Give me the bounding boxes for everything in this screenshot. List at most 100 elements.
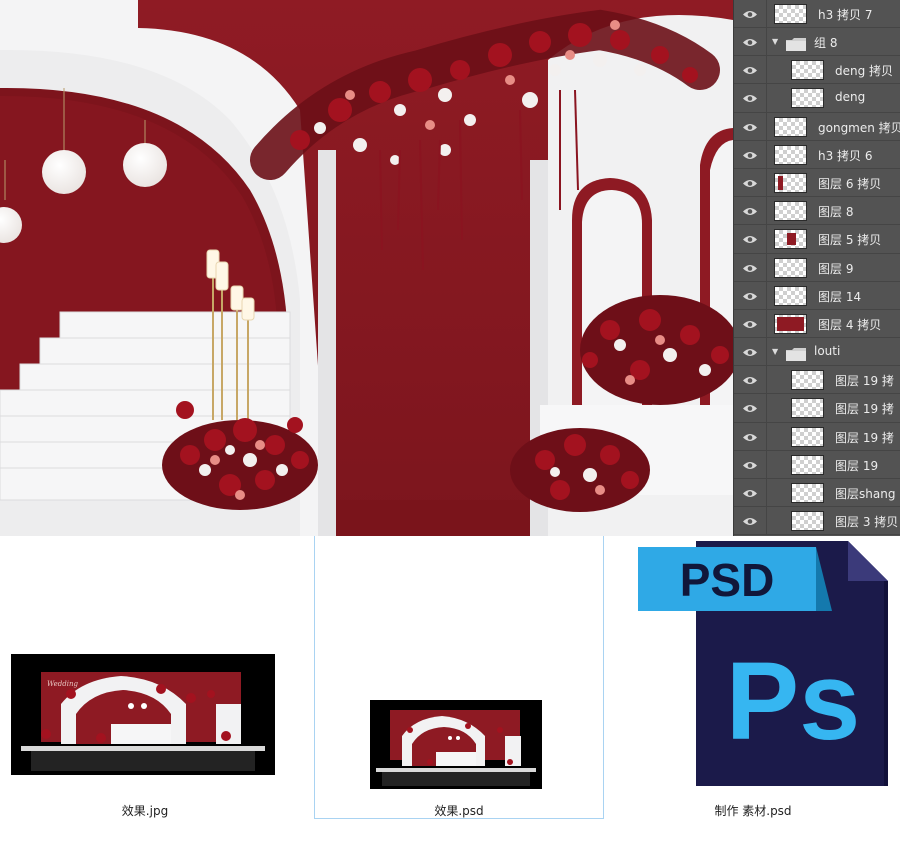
layer-row[interactable]: 图层 19 拷 bbox=[734, 366, 900, 395]
layer-row[interactable]: gongmen 拷贝 bbox=[734, 112, 900, 141]
layer-row[interactable]: 图层 8 bbox=[734, 197, 900, 226]
eye-icon[interactable] bbox=[742, 347, 758, 358]
layer-divider bbox=[766, 253, 767, 281]
layer-row[interactable]: deng 拷贝 bbox=[734, 56, 900, 85]
layer-name: gongmen 拷贝 bbox=[818, 120, 900, 135]
layer-name: 图层 19 bbox=[835, 458, 879, 473]
layer-name: 图层 8 bbox=[818, 205, 854, 220]
eye-icon[interactable] bbox=[742, 234, 758, 245]
layer-name: h3 拷贝 7 bbox=[818, 8, 873, 22]
layer-row[interactable]: 图层 19 拷 bbox=[734, 422, 900, 451]
layer-thumbnail bbox=[791, 88, 824, 109]
layer-name: h3 拷贝 6 bbox=[818, 148, 873, 163]
layer-thumbnail bbox=[791, 398, 824, 419]
eye-icon[interactable] bbox=[742, 516, 758, 527]
layer-divider bbox=[766, 281, 767, 309]
layer-group-row[interactable]: ▼ 组 8 bbox=[734, 28, 900, 57]
expand-caret-icon[interactable]: ▼ bbox=[772, 38, 780, 46]
thumbnail-mark bbox=[787, 233, 796, 246]
eye-icon[interactable] bbox=[742, 178, 758, 189]
layer-name: 图层 14 bbox=[818, 289, 862, 304]
layer-name: deng 拷贝 bbox=[835, 64, 894, 79]
eye-icon[interactable] bbox=[742, 375, 758, 386]
eye-icon[interactable] bbox=[742, 432, 758, 443]
layer-name: deng bbox=[835, 90, 866, 105]
layer-group-row[interactable]: ▼ louti bbox=[734, 338, 900, 367]
layer-divider bbox=[766, 197, 767, 225]
layer-name: louti bbox=[814, 344, 841, 359]
eye-icon[interactable] bbox=[742, 122, 758, 133]
layer-name: 图层 5 拷贝 bbox=[818, 233, 882, 248]
layer-divider bbox=[766, 112, 767, 140]
eye-icon[interactable] bbox=[742, 263, 758, 274]
layer-divider bbox=[766, 84, 767, 112]
layer-row[interactable]: 图层shang bbox=[734, 479, 900, 508]
layer-divider bbox=[766, 0, 767, 27]
layer-row[interactable]: h3 拷贝 7 bbox=[734, 0, 900, 28]
file-name: 制作 素材.psd bbox=[714, 804, 792, 818]
file-name: 效果.jpg bbox=[121, 804, 169, 818]
thumbnail-wedding-text: Wedding bbox=[47, 680, 78, 688]
layer-row[interactable]: 图层 19 拷 bbox=[734, 394, 900, 423]
file-thumbnail bbox=[370, 700, 542, 789]
layer-divider bbox=[766, 140, 767, 168]
ps-logo-text: Ps bbox=[726, 640, 861, 763]
layer-thumbnail bbox=[774, 229, 807, 250]
eye-icon[interactable] bbox=[742, 460, 758, 471]
layer-row[interactable]: 图层 19 bbox=[734, 450, 900, 479]
layer-row[interactable]: deng bbox=[734, 84, 900, 113]
layer-row[interactable]: 图层 9 bbox=[734, 253, 900, 282]
eye-icon[interactable] bbox=[742, 291, 758, 302]
psd-file-icon: PSD Ps bbox=[636, 541, 892, 791]
layer-thumbnail bbox=[791, 454, 824, 475]
layer-divider bbox=[766, 394, 767, 422]
wedding-stage-render bbox=[0, 0, 733, 536]
layer-row[interactable]: h3 拷贝 6 bbox=[734, 140, 900, 169]
layer-thumbnail bbox=[791, 511, 824, 532]
eye-icon[interactable] bbox=[742, 65, 758, 76]
eye-icon[interactable] bbox=[742, 93, 758, 104]
eye-icon[interactable] bbox=[742, 319, 758, 330]
layer-thumbnail bbox=[774, 4, 807, 24]
layer-row[interactable]: 图层 14 bbox=[734, 281, 900, 310]
layer-thumbnail bbox=[774, 144, 807, 165]
layer-thumbnail bbox=[791, 60, 824, 81]
layer-row[interactable]: 图层 6 拷贝 bbox=[734, 168, 900, 198]
layer-row[interactable]: 图层 3 拷贝 bbox=[734, 507, 900, 536]
layer-thumbnail bbox=[791, 483, 824, 503]
layer-divider bbox=[766, 450, 767, 478]
layer-name: 图层 6 拷贝 bbox=[818, 176, 882, 191]
layer-thumbnail bbox=[774, 201, 807, 222]
thumbnail-mark bbox=[777, 316, 804, 331]
layer-divider bbox=[766, 338, 767, 366]
layer-thumbnail bbox=[774, 257, 807, 278]
expand-caret-icon[interactable]: ▼ bbox=[772, 348, 780, 356]
layer-divider bbox=[766, 225, 767, 253]
layer-divider bbox=[766, 479, 767, 507]
layer-row[interactable]: 图层 5 拷贝 bbox=[734, 225, 900, 254]
layer-name: 图层 3 拷贝 bbox=[835, 515, 899, 530]
eye-icon[interactable] bbox=[742, 206, 758, 217]
file-item-jpg[interactable]: Wedding 效果.jpg bbox=[0, 640, 290, 820]
layer-thumbnail bbox=[774, 285, 807, 306]
eye-icon[interactable] bbox=[742, 9, 758, 20]
psd-badge-text: PSD bbox=[680, 554, 775, 606]
layer-name: 图层 4 拷贝 bbox=[818, 317, 882, 332]
layer-divider bbox=[766, 366, 767, 394]
layer-divider bbox=[766, 309, 767, 338]
layer-row[interactable]: 图层 4 拷贝 bbox=[734, 309, 900, 339]
eye-icon[interactable] bbox=[742, 37, 758, 48]
eye-icon[interactable] bbox=[742, 488, 758, 499]
layer-thumbnail bbox=[774, 172, 807, 193]
eye-icon[interactable] bbox=[742, 403, 758, 414]
file-name: 效果.psd bbox=[434, 804, 484, 818]
layer-name: 图层 19 拷 bbox=[835, 430, 894, 445]
folder-icon bbox=[786, 36, 806, 51]
canvas-preview bbox=[0, 0, 733, 536]
thumbnail-mark bbox=[778, 175, 783, 190]
layer-divider bbox=[766, 28, 767, 56]
file-item-psd[interactable]: 效果.psd bbox=[314, 640, 604, 820]
layer-name: 图层 19 拷 bbox=[835, 374, 894, 389]
eye-icon[interactable] bbox=[742, 150, 758, 161]
layer-name: 图层 9 bbox=[818, 261, 854, 276]
